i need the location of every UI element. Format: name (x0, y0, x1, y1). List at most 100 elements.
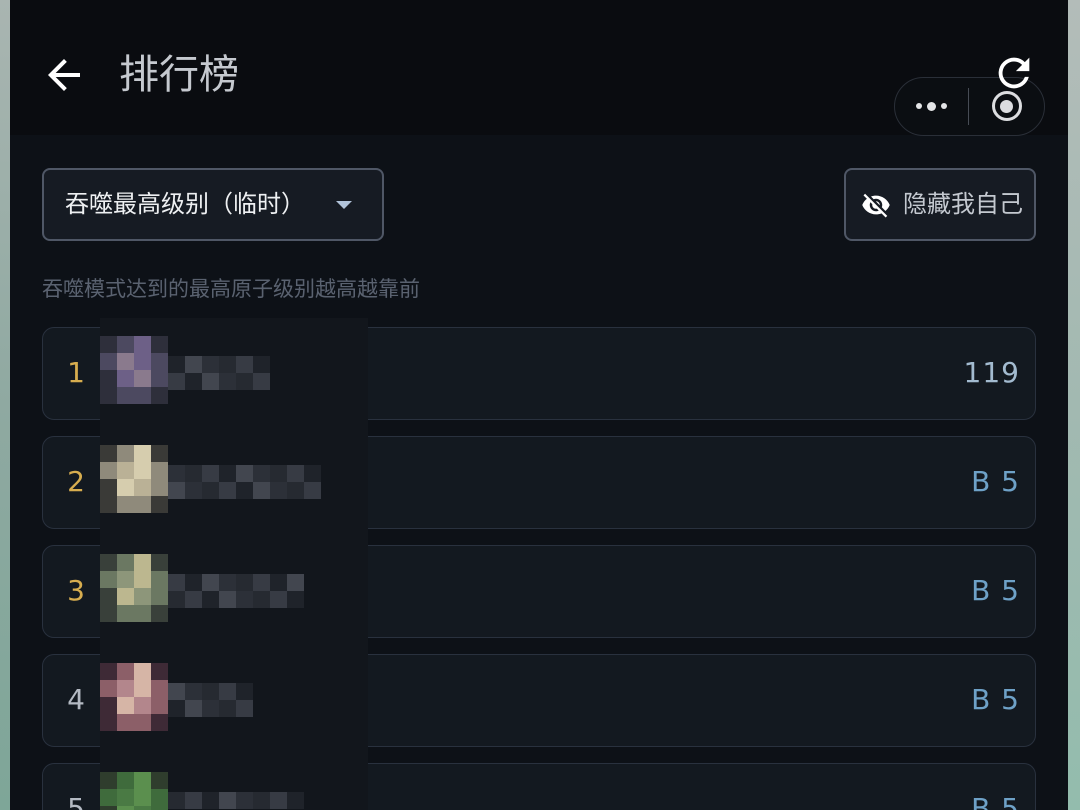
window-frame-right (1068, 0, 1080, 810)
avatar-mosaic-cell (134, 479, 151, 496)
avatar-mosaic-cell (100, 605, 117, 622)
avatar-mosaic-cell (151, 336, 168, 353)
name-mosaic-cell (270, 465, 287, 482)
more-dots-icon[interactable] (927, 101, 936, 111)
avatar-mosaic-cell (100, 353, 117, 370)
avatar-mosaic-cell (151, 445, 168, 462)
target-circle-center[interactable] (1000, 99, 1013, 113)
score-value: B 5 (971, 792, 1020, 810)
avatar-mosaic-cell (100, 789, 117, 806)
avatar-mosaic-cell (100, 663, 117, 680)
avatar-mosaic-cell (100, 554, 117, 571)
name-mosaic-cell (219, 465, 236, 482)
avatar-mosaic-cell (100, 479, 117, 496)
name-mosaic-cell (236, 465, 253, 482)
avatar-mosaic-cell (134, 714, 151, 731)
name-mosaic-cell (270, 792, 287, 809)
avatar-mosaic-cell (100, 462, 117, 479)
avatar-mosaic-cell (134, 336, 151, 353)
name-mosaic-cell (185, 356, 202, 373)
avatar-mosaic-cell (151, 588, 168, 605)
name-mosaic-cell (219, 356, 236, 373)
rank-number: 3 (67, 574, 85, 607)
avatar (100, 336, 168, 404)
avatar-mosaic-cell (100, 714, 117, 731)
name-mosaic-cell (168, 373, 185, 390)
name-mosaic-cell (219, 792, 236, 809)
avatar-mosaic-cell (151, 605, 168, 622)
avatar-mosaic-cell (100, 571, 117, 588)
avatar-mosaic-cell (100, 772, 117, 789)
name-mosaic-cell (219, 574, 236, 591)
name-mosaic-cell (270, 574, 287, 591)
name-mosaic-cell (270, 482, 287, 499)
capsule-divider (967, 88, 969, 125)
avatar-mosaic-cell (134, 772, 151, 789)
avatar (100, 445, 168, 513)
avatar-mosaic-cell (134, 663, 151, 680)
avatar-mosaic-cell (100, 370, 117, 387)
player-name-redacted (168, 465, 321, 499)
avatar-mosaic-cell (151, 663, 168, 680)
avatar-mosaic-cell (151, 370, 168, 387)
refresh-icon[interactable] (991, 50, 1037, 96)
avatar-mosaic-cell (134, 353, 151, 370)
avatar-mosaic-cell (100, 496, 117, 513)
name-mosaic-cell (168, 683, 185, 700)
avatar-mosaic-cell (134, 387, 151, 404)
name-mosaic-cell (253, 591, 270, 608)
name-mosaic-cell (287, 591, 304, 608)
avatar-mosaic-cell (151, 387, 168, 404)
more-dots-icon[interactable] (916, 103, 922, 109)
avatar-mosaic-cell (117, 370, 134, 387)
window-frame-left (0, 0, 10, 810)
name-mosaic-cell (253, 465, 270, 482)
avatar-mosaic-cell (100, 336, 117, 353)
name-mosaic-cell (219, 373, 236, 390)
avatar-mosaic-cell (100, 697, 117, 714)
name-mosaic-cell (253, 792, 270, 809)
name-mosaic-cell (202, 683, 219, 700)
avatar-mosaic-cell (134, 806, 151, 810)
more-dots-icon[interactable] (941, 103, 947, 109)
avatar-mosaic-cell (117, 479, 134, 496)
avatar-mosaic-cell (151, 714, 168, 731)
name-mosaic-cell (168, 465, 185, 482)
name-mosaic-cell (253, 482, 270, 499)
name-mosaic-cell (168, 700, 185, 717)
name-mosaic-cell (287, 792, 304, 809)
name-mosaic-cell (185, 683, 202, 700)
avatar-mosaic-cell (117, 387, 134, 404)
name-mosaic-cell (202, 700, 219, 717)
avatar-mosaic-cell (117, 806, 134, 810)
player-name-redacted (168, 574, 304, 608)
avatar-mosaic-cell (134, 370, 151, 387)
avatar-mosaic-cell (134, 496, 151, 513)
name-mosaic-cell (236, 591, 253, 608)
avatar-mosaic-cell (100, 387, 117, 404)
avatar-mosaic-cell (151, 772, 168, 789)
avatar-mosaic-cell (117, 571, 134, 588)
avatar-mosaic-cell (134, 445, 151, 462)
name-mosaic-cell (287, 482, 304, 499)
refresh-button[interactable] (991, 50, 1037, 96)
more-menu-button[interactable] (895, 78, 968, 134)
avatar-mosaic-cell (134, 462, 151, 479)
rank-number: 2 (67, 465, 85, 498)
name-mosaic-cell (236, 700, 253, 717)
avatar-mosaic-cell (151, 479, 168, 496)
name-mosaic-cell (185, 373, 202, 390)
avatar-mosaic-cell (117, 588, 134, 605)
avatar (100, 663, 168, 731)
rank-number: 1 (67, 356, 85, 389)
name-mosaic-cell (304, 465, 321, 482)
name-mosaic-cell (236, 574, 253, 591)
avatar-mosaic-cell (117, 605, 134, 622)
name-mosaic-cell (202, 465, 219, 482)
avatar-mosaic-cell (134, 697, 151, 714)
avatar-mosaic-cell (117, 663, 134, 680)
name-mosaic-cell (202, 482, 219, 499)
avatar-mosaic-cell (117, 772, 134, 789)
avatar-mosaic-cell (134, 680, 151, 697)
avatar-mosaic-cell (151, 496, 168, 513)
